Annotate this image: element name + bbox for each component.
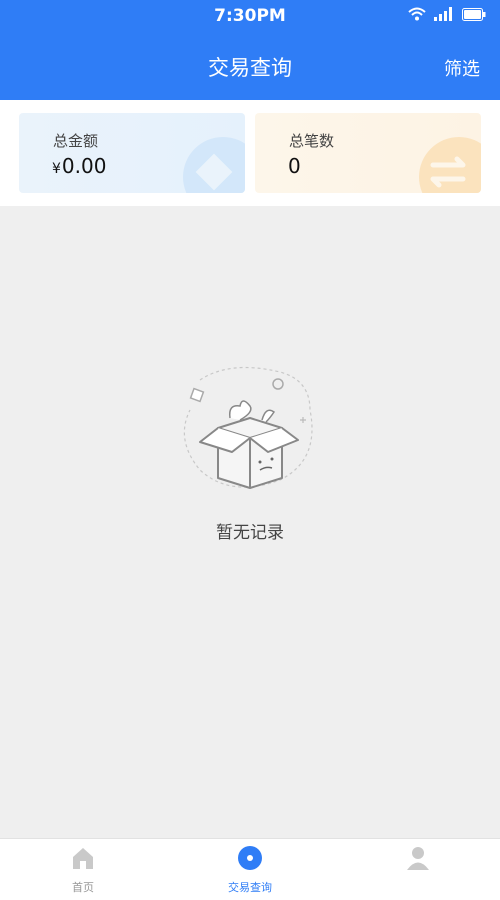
- search-circle-icon: [238, 846, 262, 870]
- summary-section: 总金额 ¥0.00 总笔数 0: [0, 100, 500, 206]
- filter-button[interactable]: 筛选: [444, 55, 480, 81]
- battery-icon: [462, 7, 486, 21]
- total-amount-number: 0.00: [61, 154, 107, 178]
- page-title: 交易查询: [208, 56, 292, 80]
- tab-transaction-query-label: 交易查询: [228, 881, 272, 894]
- home-icon: [73, 848, 93, 869]
- status-icons: [408, 7, 486, 21]
- total-count-card: 总笔数 0: [255, 113, 481, 193]
- empty-message: 暂无记录: [216, 523, 284, 543]
- tab-profile[interactable]: [358, 845, 478, 879]
- transfer-decoration-icon: [419, 137, 481, 193]
- total-count-label: 总笔数: [289, 132, 335, 150]
- bottom-tabbar: 首页 交易查询: [0, 838, 500, 900]
- currency-symbol: ¥: [52, 161, 61, 177]
- total-count-value: 0: [288, 154, 301, 178]
- tab-home[interactable]: 首页: [23, 845, 143, 895]
- total-amount-card: 总金额 ¥0.00: [19, 113, 245, 193]
- total-amount-label: 总金额: [53, 132, 99, 150]
- profile-icon: [407, 847, 429, 870]
- status-bar: 7:30PM: [0, 0, 500, 32]
- tab-home-label: 首页: [72, 881, 94, 894]
- money-decoration-icon: [183, 137, 245, 193]
- app-header: 7:30PM 交易查询 筛选: [0, 0, 500, 100]
- signal-icon: [434, 7, 452, 21]
- empty-state: 暂无记录: [0, 360, 500, 543]
- empty-box-icon: [183, 366, 313, 489]
- wifi-icon: [408, 7, 426, 21]
- total-amount-value: ¥0.00: [52, 154, 106, 178]
- tab-transaction-query[interactable]: 交易查询: [190, 845, 310, 895]
